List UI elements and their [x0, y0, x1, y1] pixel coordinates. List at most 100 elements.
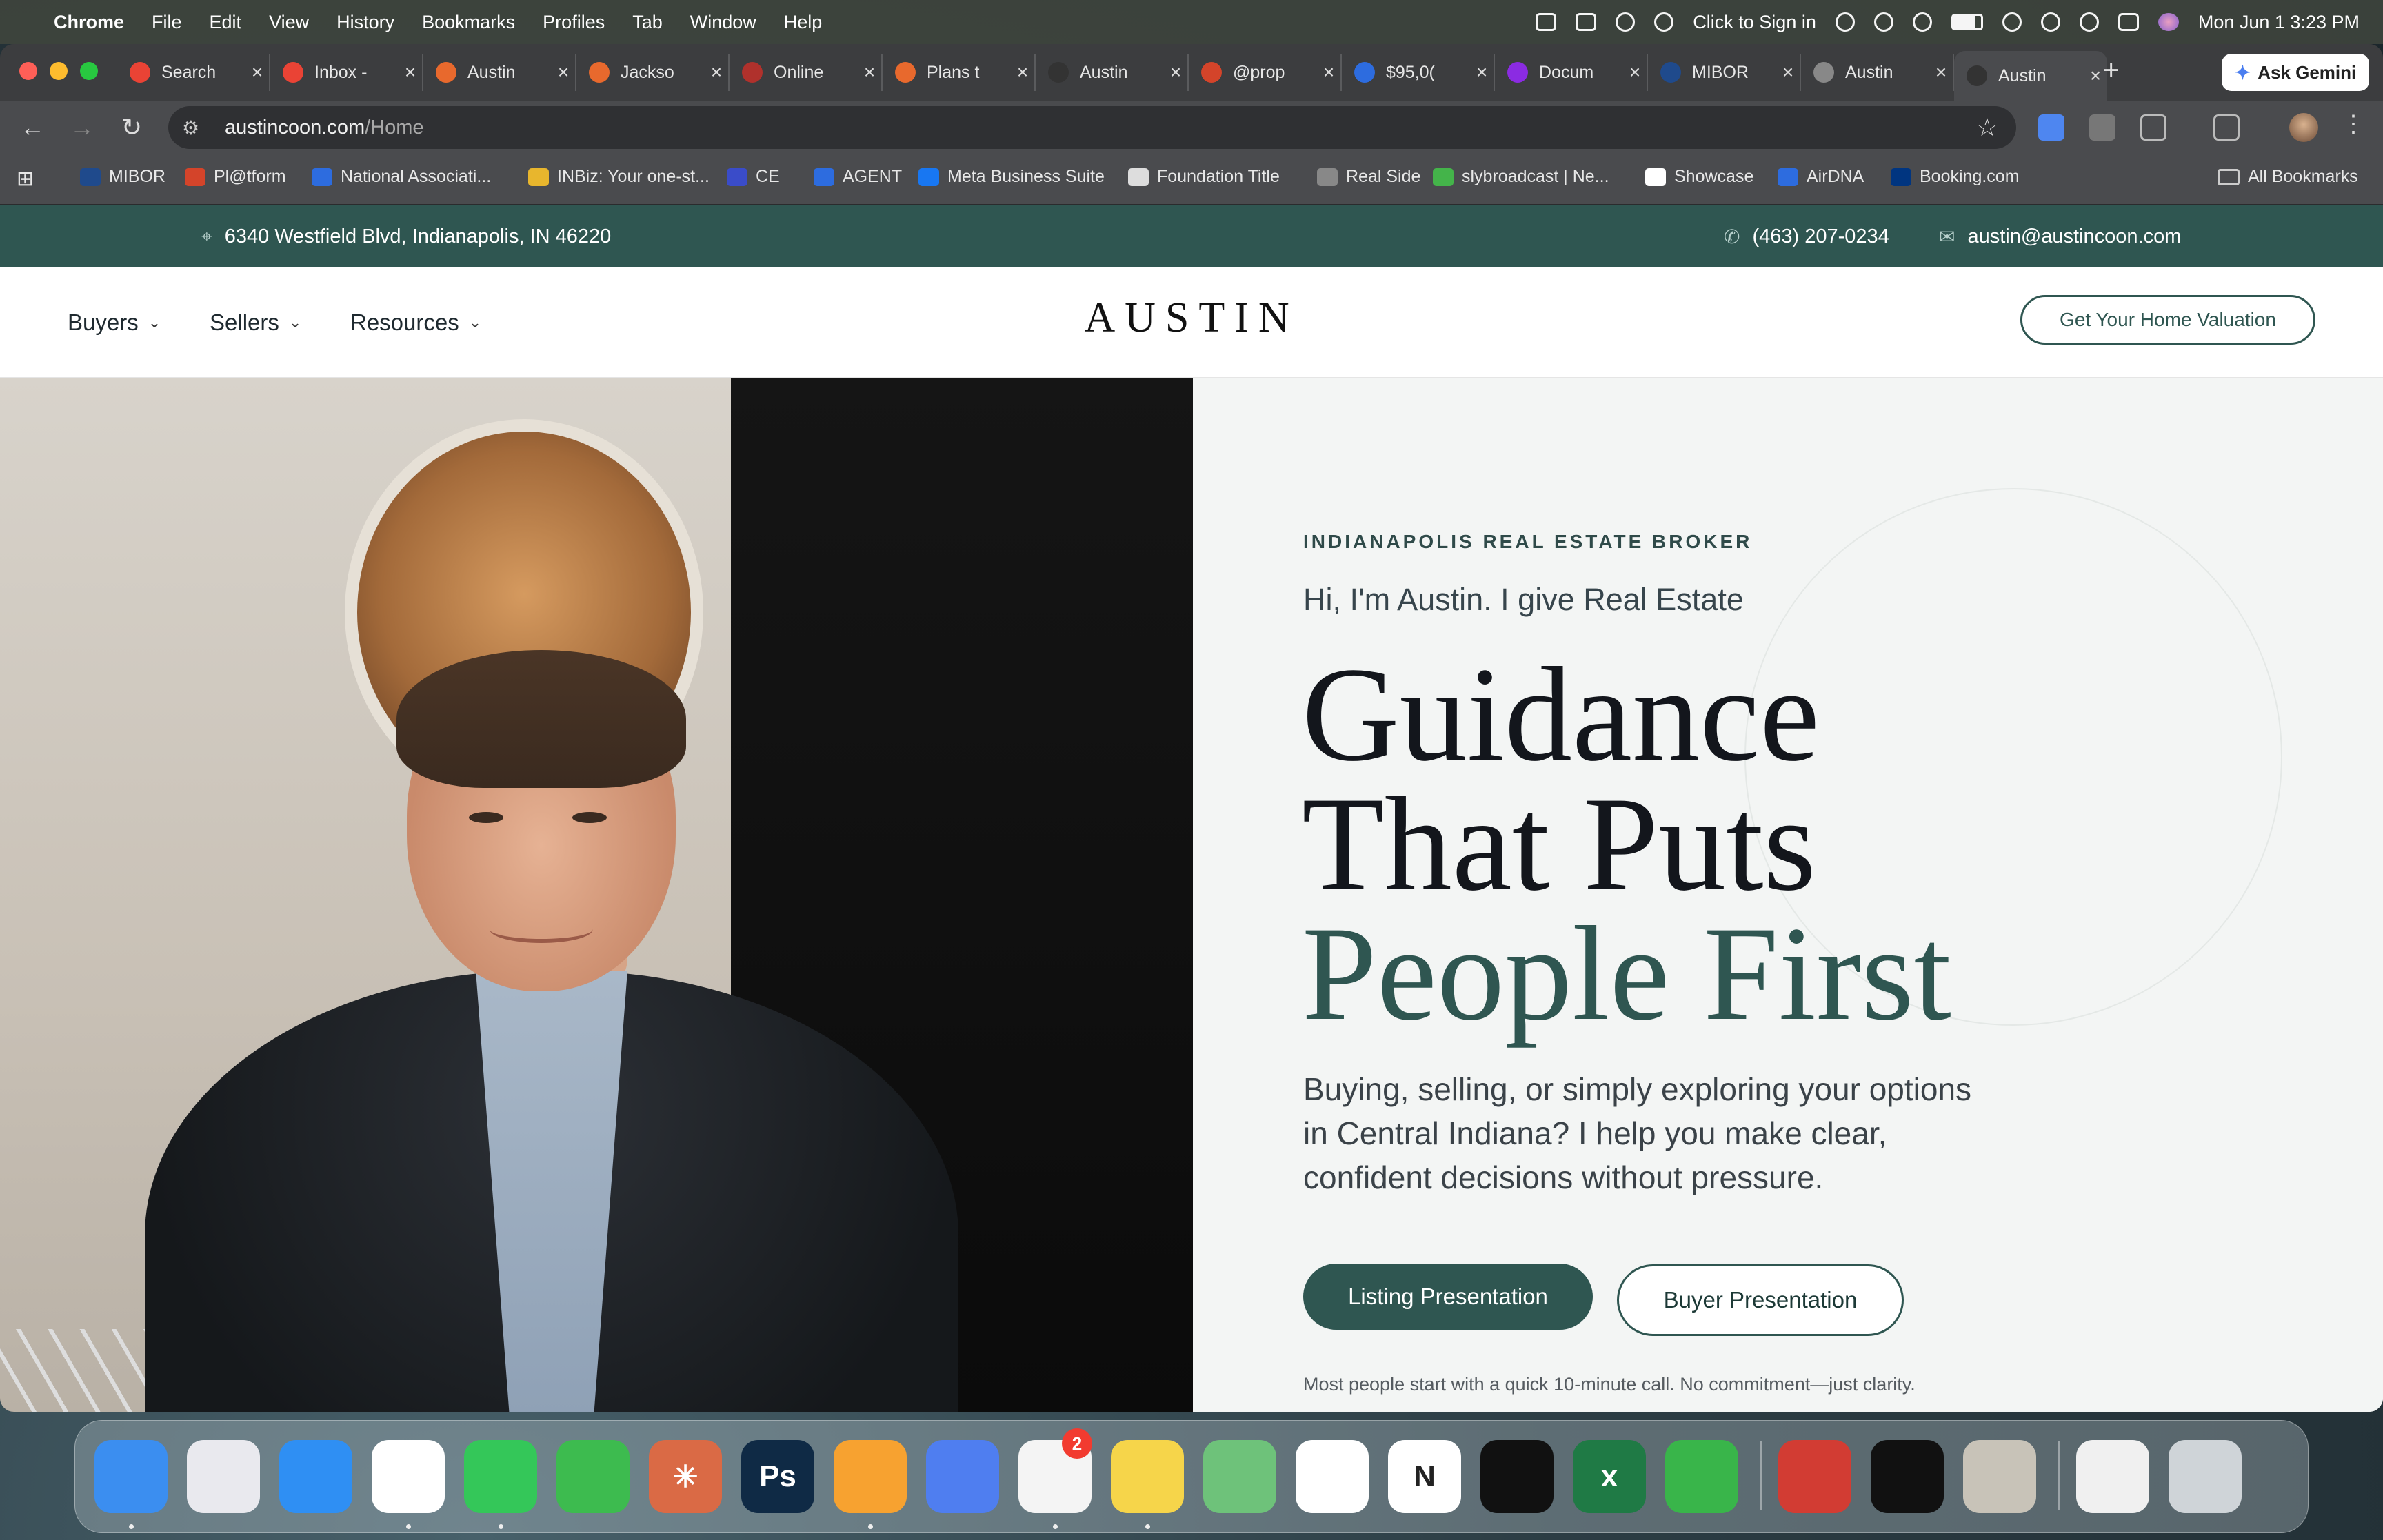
- tab-search-icon[interactable]: [2213, 114, 2240, 141]
- close-tab-icon[interactable]: ×: [399, 61, 422, 83]
- office-address[interactable]: ⌖ 6340 Westfield Blvd, Indianapolis, IN …: [201, 205, 611, 267]
- tab-item[interactable]: $95,0(×: [1342, 54, 1495, 91]
- tab-item[interactable]: Austin ×: [1801, 54, 1954, 91]
- bookmark-item[interactable]: CE: [727, 167, 780, 187]
- maps-icon[interactable]: [1203, 1440, 1276, 1513]
- document-icon[interactable]: [2076, 1440, 2149, 1513]
- bookmark-item[interactable]: slybroadcast | Ne...: [1433, 167, 1609, 187]
- photo-booth-icon[interactable]: [1778, 1440, 1851, 1513]
- tab-item[interactable]: MIBOR ×: [1648, 54, 1801, 91]
- chrome-menu-icon[interactable]: ⋮: [2342, 110, 2365, 138]
- notion-icon[interactable]: N: [1388, 1440, 1461, 1513]
- close-window-button[interactable]: [19, 62, 37, 80]
- all-bookmarks[interactable]: All Bookmarks: [2218, 167, 2358, 187]
- tab-item[interactable]: Docum ×: [1495, 54, 1648, 91]
- bookmark-item[interactable]: Pl@tform: [185, 167, 286, 187]
- tab-item[interactable]: Jackso ×: [576, 54, 730, 91]
- close-tab-icon[interactable]: ×: [1929, 61, 1953, 83]
- home-valuation-button[interactable]: Get Your Home Valuation: [2020, 295, 2315, 345]
- close-tab-icon[interactable]: ×: [1164, 61, 1187, 83]
- notion-status-icon[interactable]: [1576, 13, 1597, 31]
- listing-presentation-button[interactable]: Listing Presentation: [1303, 1264, 1593, 1330]
- close-tab-icon[interactable]: ×: [245, 61, 269, 83]
- extensions-puzzle-icon[interactable]: [2140, 114, 2166, 141]
- menu-file[interactable]: File: [152, 12, 182, 33]
- close-tab-icon[interactable]: ×: [1470, 61, 1494, 83]
- battery-icon[interactable]: [1951, 14, 1983, 30]
- bookmark-item[interactable]: INBiz: Your one-st...: [528, 167, 710, 187]
- creative-cloud-icon[interactable]: [1654, 12, 1674, 32]
- zoom-window-button[interactable]: [80, 62, 98, 80]
- menubar-clock[interactable]: Mon Jun 1 3:23 PM: [2198, 12, 2360, 33]
- menubar-app-name[interactable]: Chrome: [54, 12, 124, 33]
- bookmark-item[interactable]: Real Side: [1317, 167, 1420, 187]
- bookmark-item[interactable]: Meta Business Suite: [918, 167, 1105, 187]
- menu-profiles[interactable]: Profiles: [543, 12, 605, 33]
- ai-app-icon[interactable]: [926, 1440, 999, 1513]
- close-tab-icon[interactable]: ×: [1011, 61, 1034, 83]
- minimize-window-button[interactable]: [50, 62, 68, 80]
- tab-item[interactable]: Search ×: [117, 54, 270, 91]
- menu-window[interactable]: Window: [690, 12, 756, 33]
- close-tab-icon[interactable]: ×: [552, 61, 575, 83]
- profile-avatar[interactable]: [2289, 113, 2318, 142]
- tab-item[interactable]: Plans t ×: [883, 54, 1036, 91]
- notes-icon[interactable]: [1111, 1440, 1184, 1513]
- spotify-icon[interactable]: [1480, 1440, 1554, 1513]
- address-bar[interactable]: ⚙ austincoon.com/Home ☆: [168, 106, 2016, 149]
- mibor-extension-icon[interactable]: [2038, 114, 2064, 141]
- moon-icon[interactable]: [1873, 12, 1893, 32]
- close-tab-icon[interactable]: ×: [1623, 61, 1647, 83]
- menu-history[interactable]: History: [336, 12, 394, 33]
- teleprompter-icon[interactable]: [1871, 1440, 1944, 1513]
- close-tab-icon[interactable]: ×: [858, 61, 881, 83]
- pages-icon[interactable]: [834, 1440, 907, 1513]
- trash-icon[interactable]: [2169, 1440, 2242, 1513]
- close-tab-icon[interactable]: ×: [1776, 61, 1800, 83]
- launchpad-icon[interactable]: [187, 1440, 260, 1513]
- tab-item[interactable]: Austin ×: [1036, 54, 1189, 91]
- siri-icon[interactable]: [2158, 13, 2179, 31]
- tab-item[interactable]: Inbox - ×: [270, 54, 423, 91]
- gear-status-icon[interactable]: [1616, 12, 1636, 32]
- tab-item[interactable]: Austin ×: [1954, 51, 2107, 101]
- menu-help[interactable]: Help: [784, 12, 823, 33]
- bookmark-star-icon[interactable]: ☆: [1976, 113, 1998, 142]
- tab-item[interactable]: Austin ×: [423, 54, 576, 91]
- buyer-presentation-button[interactable]: Buyer Presentation: [1617, 1264, 1904, 1336]
- click-to-sign-in[interactable]: Click to Sign in: [1693, 12, 1816, 33]
- tab-item[interactable]: Online ×: [730, 54, 883, 91]
- messages-icon[interactable]: [464, 1440, 537, 1513]
- menu-view[interactable]: View: [269, 12, 309, 33]
- close-tab-icon[interactable]: ×: [1317, 61, 1340, 83]
- reload-icon[interactable]: ↻: [114, 110, 149, 145]
- search-icon[interactable]: [2079, 12, 2099, 32]
- menu-edit[interactable]: Edit: [210, 12, 242, 33]
- url-text[interactable]: austincoon.com/Home: [225, 116, 424, 139]
- ask-gemini-button[interactable]: ✦ Ask Gemini: [2222, 54, 2369, 91]
- slack-icon[interactable]: [1296, 1440, 1369, 1513]
- bookmark-item[interactable]: MIBOR: [80, 167, 165, 187]
- tab-item[interactable]: @prop ×: [1189, 54, 1342, 91]
- excel-icon[interactable]: x: [1573, 1440, 1646, 1513]
- photoshop-icon[interactable]: Ps: [741, 1440, 814, 1513]
- info-status-icon[interactable]: [1835, 12, 1855, 32]
- bookmark-item[interactable]: Foundation Title: [1128, 167, 1280, 187]
- find-my-icon[interactable]: [1665, 1440, 1738, 1513]
- menu-tab[interactable]: Tab: [632, 12, 663, 33]
- phone-link[interactable]: ✆ (463) 207-0234: [1724, 205, 1889, 267]
- email-link[interactable]: ✉ austin@austincoon.com: [1939, 205, 2181, 267]
- back-arrow-icon[interactable]: ←: [15, 110, 50, 145]
- site-info-icon[interactable]: ⚙: [182, 116, 210, 139]
- menu-bookmarks[interactable]: Bookmarks: [422, 12, 515, 33]
- bookmark-item[interactable]: Showcase: [1645, 167, 1753, 187]
- chrome-icon[interactable]: [372, 1440, 445, 1513]
- bookmark-item[interactable]: Booking.com: [1891, 167, 2020, 187]
- bluetooth-icon[interactable]: [1912, 12, 1932, 32]
- home-extension-icon[interactable]: [2089, 114, 2115, 141]
- claude-app-icon[interactable]: ✳: [649, 1440, 722, 1513]
- safari-icon[interactable]: [279, 1440, 352, 1513]
- clock-status-icon[interactable]: [2040, 12, 2060, 32]
- bookmark-item[interactable]: National Associati...: [312, 167, 491, 187]
- new-tab-button[interactable]: +: [2103, 55, 2119, 86]
